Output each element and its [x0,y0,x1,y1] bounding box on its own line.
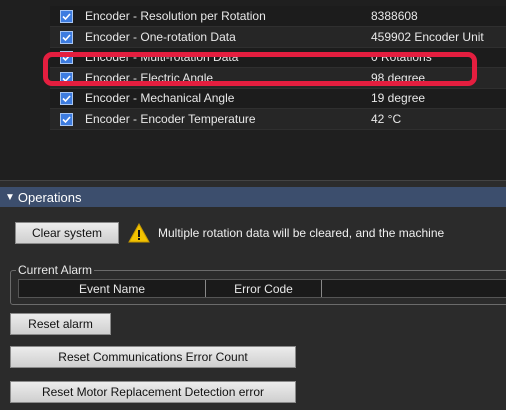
column-event-name[interactable]: Event Name [19,280,206,297]
section-divider[interactable] [0,180,506,187]
table-row[interactable]: Encoder - Resolution per Rotation 8388608 [50,6,506,27]
warning-message: Multiple rotation data will be cleared, … [158,226,445,240]
reset-alarm-button[interactable]: Reset alarm [10,313,111,335]
checkbox[interactable] [59,112,73,126]
row-value: 19 degree [366,88,506,109]
checkbox-cell [50,6,82,27]
collapse-triangle-icon[interactable]: ▼ [5,192,15,203]
operations-title: Operations [17,189,82,205]
row-name: Encoder - One-rotation Data [82,26,366,48]
checkmark-icon [61,13,71,21]
checkmark-icon [61,116,71,124]
reset-communications-error-count-button[interactable]: Reset Communications Error Count [10,346,296,368]
table-row[interactable]: Encoder - Mechanical Angle 19 degree [50,88,506,109]
checkbox-cell [50,88,82,109]
clear-system-button[interactable]: Clear system [15,222,119,244]
checkmark-icon [61,34,71,42]
checkbox-cell [50,26,82,48]
monitor-panel: Encoder - Resolution per Rotation 8388608… [0,0,506,180]
warning-icon [128,223,150,243]
checkbox[interactable] [59,10,73,24]
checkbox[interactable] [59,30,73,44]
table-row[interactable]: Encoder - Encoder Temperature 42 °C [50,108,506,130]
current-alarm-legend: Current Alarm [16,263,95,277]
highlight-box [43,52,477,86]
reset-motor-replacement-detection-error-button[interactable]: Reset Motor Replacement Detection error [10,381,296,403]
operations-header[interactable]: ▼ Operations [0,187,506,207]
row-value: 42 °C [366,108,506,130]
row-name: Encoder - Encoder Temperature [82,108,366,130]
row-value: 8388608 [366,6,506,27]
table-row[interactable]: Encoder - One-rotation Data 459902 Encode… [50,26,506,48]
row-name: Encoder - Mechanical Angle [82,88,366,109]
row-value: 459902 Encoder Unit [366,26,506,48]
column-error-code[interactable]: Error Code [206,280,322,297]
checkmark-icon [61,95,71,103]
alarm-table-header: Event Name Error Code [18,279,506,298]
checkbox-cell [50,108,82,130]
row-name: Encoder - Resolution per Rotation [82,6,366,27]
checkbox[interactable] [59,92,73,106]
